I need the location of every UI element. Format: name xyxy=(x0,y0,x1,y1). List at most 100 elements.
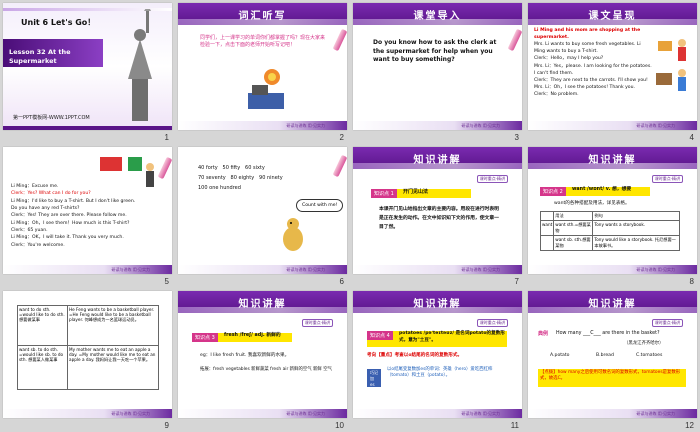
footer-text: 研读与讲练 用·见实力 xyxy=(111,267,150,272)
option-c: C.tomatoes xyxy=(636,353,663,358)
dialogue-line: Clerk：No problem. xyxy=(534,91,579,97)
number-item: 50 fifty xyxy=(222,165,241,171)
footer-bar: 研读与讲练 用·见实力 xyxy=(178,265,347,274)
number-list: 40 forty 50 fifty 60 sixty 70 seventy 80… xyxy=(198,163,283,193)
slide-thumb-10[interactable]: 知识讲解 课时重点·精讲 知识点 3 fresh /freʃ/ adj. 新鲜的… xyxy=(175,288,350,432)
footer-bar: 研读与讲练 用·见实力 xyxy=(353,409,522,418)
point-badge: 知识点 3 xyxy=(192,333,218,342)
extension-text: 拓展：fresh vegetables 新鲜蔬菜 fresh air 新鲜的空气… xyxy=(200,367,332,372)
section-tag: 课时重点·精讲 xyxy=(651,319,683,327)
point-heading: fresh /freʃ/ adj. 新鲜的 xyxy=(224,333,281,338)
unit-title: Unit 6 Let's Go！ xyxy=(21,18,96,27)
slide-number: 12 xyxy=(685,421,694,430)
exam-note: 考向【重点】考查以o结尾的名词的复数形式。 xyxy=(367,353,463,358)
header-bar: 知识讲解 xyxy=(528,147,697,169)
table-cell xyxy=(539,235,555,251)
header-bar: 知识讲解 xyxy=(528,291,697,313)
header-wave xyxy=(528,163,697,169)
table-cell: want sth.=想要某物 xyxy=(553,220,594,236)
slide-thumb-1[interactable]: Unit 6 Let's Go！ Lesson 32 At the Superm… xyxy=(0,0,175,144)
footer-text: 研读与讲练 用·见实力 xyxy=(636,411,675,416)
slide-12: 知识讲解 课时重点·精讲 典例 How many ___C___ are the… xyxy=(528,291,697,418)
slide-thumb-12[interactable]: 知识讲解 课时重点·精讲 典例 How many ___C___ are the… xyxy=(525,288,700,432)
table-cell: Tony would like a storybook. 托尼想要一本故事书。 xyxy=(592,235,680,251)
slide-thumb-11[interactable]: 知识讲解 课时重点·精讲 知识点 4 potatoes /pəˈteɪtəʊz/… xyxy=(350,288,525,432)
dialogue-line: Li Ming and his mom are shopping at the … xyxy=(534,28,641,41)
slide-thumb-3[interactable]: 课堂导入 Do you know how to ask the clerk at… xyxy=(350,0,525,144)
header-bar: 课文呈现 xyxy=(528,3,697,25)
slide-number: 9 xyxy=(164,421,169,430)
slide-number: 2 xyxy=(339,133,344,142)
slide-number: 3 xyxy=(514,133,519,142)
number-item: 100 one hundred xyxy=(198,185,241,191)
table-cell xyxy=(539,211,555,221)
table-cell: want sb. sth.想要某物 xyxy=(553,235,594,251)
usage-table: want to do sth. =would like to do sth. 想… xyxy=(17,305,159,390)
slide-thumb-6[interactable]: 40 forty 50 fifty 60 sixty 70 seventy 80… xyxy=(175,144,350,288)
question-text: Do you know how to ask the clerk at the … xyxy=(373,39,497,64)
footer-text: 研读与讲练 用·见实力 xyxy=(111,411,150,416)
slide-number: 10 xyxy=(335,421,344,430)
slide-2: 词汇听写 同学们，上一课学习的单词你们都掌握了吗？现在大家来检验一下，点击下面的… xyxy=(178,3,347,130)
pen-icon xyxy=(332,154,347,178)
footer-text: 研读与讲练 用·见实力 xyxy=(461,123,500,128)
slide-number: 8 xyxy=(689,277,694,286)
header-wave xyxy=(353,163,522,169)
header-wave xyxy=(178,19,347,25)
statue-of-liberty-icon xyxy=(128,9,152,121)
number-item: 40 forty xyxy=(198,165,218,171)
question-text: How many ___C___ are there in the basket… xyxy=(556,331,660,336)
footer-text: 研读与讲练 用·见实力 xyxy=(636,267,675,272)
table-cell: want xyxy=(539,220,555,236)
dialogue-line: Clerk：Yes? What can I do for you? xyxy=(11,191,91,197)
footer-bar: 研读与讲练 用·见实力 xyxy=(178,409,347,418)
section-tag: 课时重点·精讲 xyxy=(301,319,333,327)
slide-7: 知识讲解 课时重点·精讲 知识点 1 开门见山法 本课开门见山地指出文章的主要内… xyxy=(353,147,522,274)
slide-9: want to do sth. =would like to do sth. 想… xyxy=(3,291,172,418)
header-bar: 词汇听写 xyxy=(178,3,347,25)
shopping-people-icon xyxy=(656,39,686,91)
slide-thumb-5[interactable]: Li Ming：Excuse me. Clerk：Yes? What can I… xyxy=(0,144,175,288)
table-cell: Tony wants a storybook. xyxy=(592,220,680,236)
number-item: 80 eighty xyxy=(230,175,255,181)
table-cell: My mother wants me to eat an apple a day… xyxy=(67,345,159,390)
dialogue-line: Clerk：You're welcome. xyxy=(11,242,65,248)
dialogue-line: Clerk：Hello，may I help you? xyxy=(534,56,604,62)
header-wave xyxy=(528,307,697,313)
usage-table: 用法 例句 want want sth.=想要某物 Tony wants a stor… xyxy=(539,211,680,251)
header-bar: 知识讲解 xyxy=(353,147,522,169)
site-text: 第一PPT模板网-WWW.1PPT.COM xyxy=(13,115,90,121)
slide-thumb-4[interactable]: 课文呈现 Li Ming and his mom are shopping at… xyxy=(525,0,700,144)
footer-bar: 研读与讲练 用·见实力 xyxy=(353,265,522,274)
footer-bar: 研读与讲练 用·见实力 xyxy=(3,409,172,418)
table-cell: 例句 xyxy=(592,211,680,221)
lesson-title: Lesson 32 At the Supermarket xyxy=(9,48,71,66)
dinosaur-icon xyxy=(283,218,303,251)
footer-text: 研读与讲练 用·见实力 xyxy=(286,267,325,272)
memo-text: 以o结尾变复数加es的单词：英雄（hero）爱吃西红柿（tomato）和土豆（p… xyxy=(387,367,493,379)
teacher-desk-icon xyxy=(248,69,284,109)
dialogue-line: Li Ming：Excuse me. xyxy=(11,184,59,189)
bottom-stripe xyxy=(3,126,172,130)
footer-text: 研读与讲练 用·见实力 xyxy=(286,411,325,416)
pen-icon xyxy=(157,156,172,180)
answer-box: 【点拨】how many之后使用可数名词的复数形式，tomatoes是复数形式，… xyxy=(538,369,686,387)
slide-thumb-7[interactable]: 知识讲解 课时重点·精讲 知识点 1 开门见山法 本课开门见山地指出文章的主要内… xyxy=(350,144,525,288)
dialogue: Li Ming：Excuse me. Clerk：Yes? What can I… xyxy=(11,183,141,249)
slide-4: 课文呈现 Li Ming and his mom are shopping at… xyxy=(528,3,697,130)
pen-icon xyxy=(332,28,347,52)
slide-1: Unit 6 Let's Go！ Lesson 32 At the Superm… xyxy=(3,3,172,130)
footer-text: 研读与讲练 用·见实力 xyxy=(636,123,675,128)
section-tag: 课时重点·精讲 xyxy=(651,175,683,183)
slide-thumb-8[interactable]: 知识讲解 课时重点·精讲 知识点 2 want /wɒnt/ v. 想，想要 w… xyxy=(525,144,700,288)
slide-number: 5 xyxy=(164,277,169,286)
point-badge: 知识点 4 xyxy=(367,331,393,340)
slide-thumb-2[interactable]: 词汇听写 同学们，上一课学习的单词你们都掌握了吗？现在大家来检验一下，点击下面的… xyxy=(175,0,350,144)
slide-11: 知识讲解 课时重点·精讲 知识点 4 potatoes /pəˈteɪtəʊz/… xyxy=(353,291,522,418)
slide-thumb-9[interactable]: want to do sth. =would like to do sth. 想… xyxy=(0,288,175,432)
table-cell: want sb. to do sth. =would like sb. to d… xyxy=(17,345,68,390)
table-cell: want to do sth. =would like to do sth. 想… xyxy=(17,305,68,346)
point-heading: 开门见山法 xyxy=(403,189,429,195)
header-bar: 知识讲解 xyxy=(353,291,522,313)
point-text: 本课开门见山地指出文章的主要内容。用段在进行时表明是正在发生的动作。在文中如识知… xyxy=(379,207,499,231)
